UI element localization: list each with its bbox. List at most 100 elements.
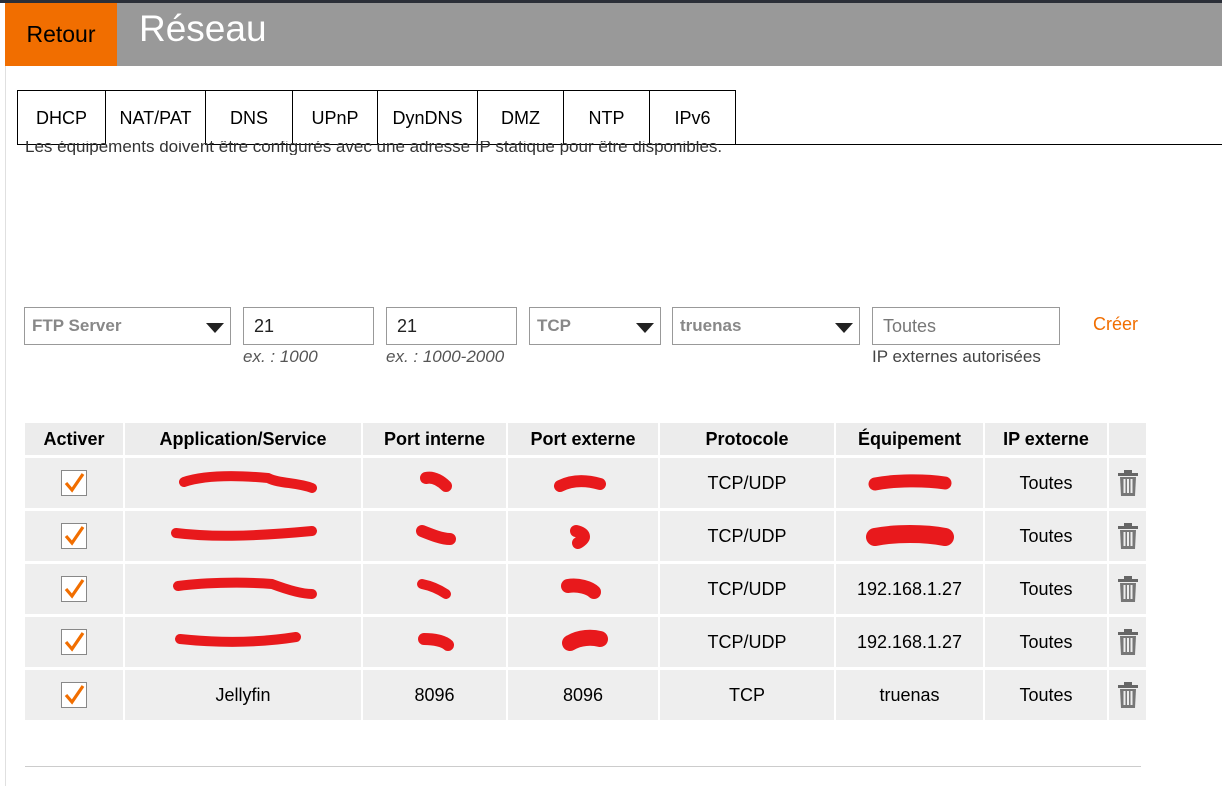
protocol-select[interactable]: TCP — [529, 307, 661, 345]
port-internal-cell — [362, 615, 508, 670]
trash-icon[interactable] — [1116, 522, 1140, 550]
device-cell — [835, 456, 985, 511]
trash-icon[interactable] — [1116, 575, 1140, 603]
redacted-port-external — [562, 629, 608, 651]
enable-checkbox[interactable] — [61, 576, 87, 602]
create-button[interactable]: Créer — [1093, 314, 1138, 335]
tab-dyndns[interactable]: DynDNS — [377, 90, 477, 145]
redacted-app-name — [173, 577, 317, 599]
col-application: Application/Service — [124, 423, 363, 458]
back-button[interactable]: Retour — [5, 3, 117, 66]
tab-upnp[interactable]: UPnP — [292, 90, 377, 145]
nat-rules-table: Activer Application/Service Port interne… — [25, 423, 1146, 723]
app-cell — [124, 456, 363, 511]
table-row: TCP/UDP 192.168.1.27 Toutes — [25, 562, 1146, 617]
enable-checkbox[interactable] — [61, 523, 87, 549]
trash-icon[interactable] — [1116, 628, 1140, 656]
caret-down-icon — [636, 323, 654, 333]
col-port-externe: Port externe — [507, 423, 660, 458]
redacted-app-name — [179, 471, 317, 493]
port-external-cell — [507, 562, 660, 617]
redacted-app-name — [171, 526, 317, 541]
tab-ipv6[interactable]: IPv6 — [649, 90, 736, 145]
section-divider — [25, 766, 1141, 767]
redacted-port-internal — [417, 633, 454, 651]
table-row: TCP/UDP 192.168.1.27 Toutes — [25, 615, 1146, 670]
col-port-interne: Port interne — [362, 423, 508, 458]
port-internal-cell — [362, 456, 508, 511]
protocol-cell: TCP/UDP — [659, 509, 836, 564]
action-cell — [1108, 509, 1146, 564]
redacted-port-external — [554, 475, 606, 492]
col-actions — [1108, 423, 1146, 458]
table-row: TCP/UDP Toutes — [25, 509, 1146, 564]
app-cell — [124, 509, 363, 564]
activer-cell — [25, 615, 125, 670]
app-cell — [124, 615, 363, 670]
port-external-cell — [507, 615, 660, 670]
activer-cell — [25, 456, 125, 511]
action-cell — [1108, 562, 1146, 617]
ip-cell: Toutes — [984, 562, 1109, 617]
enable-checkbox[interactable] — [61, 629, 87, 655]
external-ip-hint: IP externes autorisées — [872, 347, 1041, 366]
enable-checkbox[interactable] — [61, 470, 87, 496]
tab-ntp[interactable]: NTP — [563, 90, 649, 145]
col-equipement: Équipement — [835, 423, 985, 458]
protocol-cell: TCP/UDP — [659, 562, 836, 617]
page-header: Retour Réseau — [5, 3, 1222, 66]
checkmark-icon — [64, 685, 85, 705]
trash-icon[interactable] — [1116, 681, 1140, 709]
protocol-cell: TCP/UDP — [659, 615, 836, 670]
external-port-input[interactable] — [386, 307, 517, 345]
internal-port-input[interactable] — [243, 307, 374, 345]
col-ip-externe: IP externe — [984, 423, 1109, 458]
activer-cell — [25, 562, 125, 617]
external-port-hint: ex. : 1000-2000 — [386, 347, 505, 366]
checkmark-icon — [64, 632, 85, 652]
tab-nat-pat[interactable]: NAT/PAT — [105, 90, 205, 145]
table-row: Jellyfin 8096 8096 TCP truenas Toutes — [25, 668, 1146, 723]
tab-dhcp[interactable]: DHCP — [17, 90, 105, 145]
caret-down-icon — [206, 323, 224, 333]
checkmark-icon — [64, 473, 85, 493]
port-external-cell — [507, 456, 660, 511]
action-cell — [1108, 456, 1146, 511]
ip-cell: Toutes — [984, 615, 1109, 670]
enable-checkbox[interactable] — [61, 682, 87, 708]
redacted-port-external — [570, 525, 590, 549]
device-select-value: truenas — [680, 316, 742, 335]
redacted-device — [868, 474, 951, 491]
service-select[interactable]: FTP Server — [24, 307, 231, 345]
port-internal-cell: 8096 — [362, 668, 508, 723]
device-select[interactable]: truenas — [672, 307, 860, 345]
tab-dns[interactable]: DNS — [205, 90, 292, 145]
app-cell — [124, 562, 363, 617]
tab-dmz[interactable]: DMZ — [477, 90, 563, 145]
external-ip-input[interactable] — [872, 307, 1060, 345]
redacted-app-name — [175, 632, 301, 647]
col-activer: Activer — [25, 423, 125, 458]
ip-cell: Toutes — [984, 509, 1109, 564]
info-text: Les équipements doivent être configurés … — [25, 141, 723, 155]
device-cell: 192.168.1.27 — [835, 615, 985, 670]
service-select-value: FTP Server — [32, 316, 122, 335]
protocol-cell: TCP/UDP — [659, 456, 836, 511]
device-cell: truenas — [835, 668, 985, 723]
tab-baseline — [736, 144, 1222, 145]
redacted-port-external — [561, 578, 601, 599]
action-cell — [1108, 615, 1146, 670]
action-cell — [1108, 668, 1146, 723]
ip-cell: Toutes — [984, 668, 1109, 723]
checkmark-icon — [64, 526, 85, 546]
port-internal-cell — [362, 509, 508, 564]
app-cell: Jellyfin — [124, 668, 363, 723]
protocol-select-value: TCP — [537, 316, 571, 335]
device-cell — [835, 509, 985, 564]
trash-icon[interactable] — [1116, 469, 1140, 497]
redacted-port-internal — [416, 579, 451, 599]
internal-port-hint: ex. : 1000 — [243, 347, 318, 366]
ip-cell: Toutes — [984, 456, 1109, 511]
table-header-row: Activer Application/Service Port interne… — [25, 423, 1146, 458]
protocol-cell: TCP — [659, 668, 836, 723]
